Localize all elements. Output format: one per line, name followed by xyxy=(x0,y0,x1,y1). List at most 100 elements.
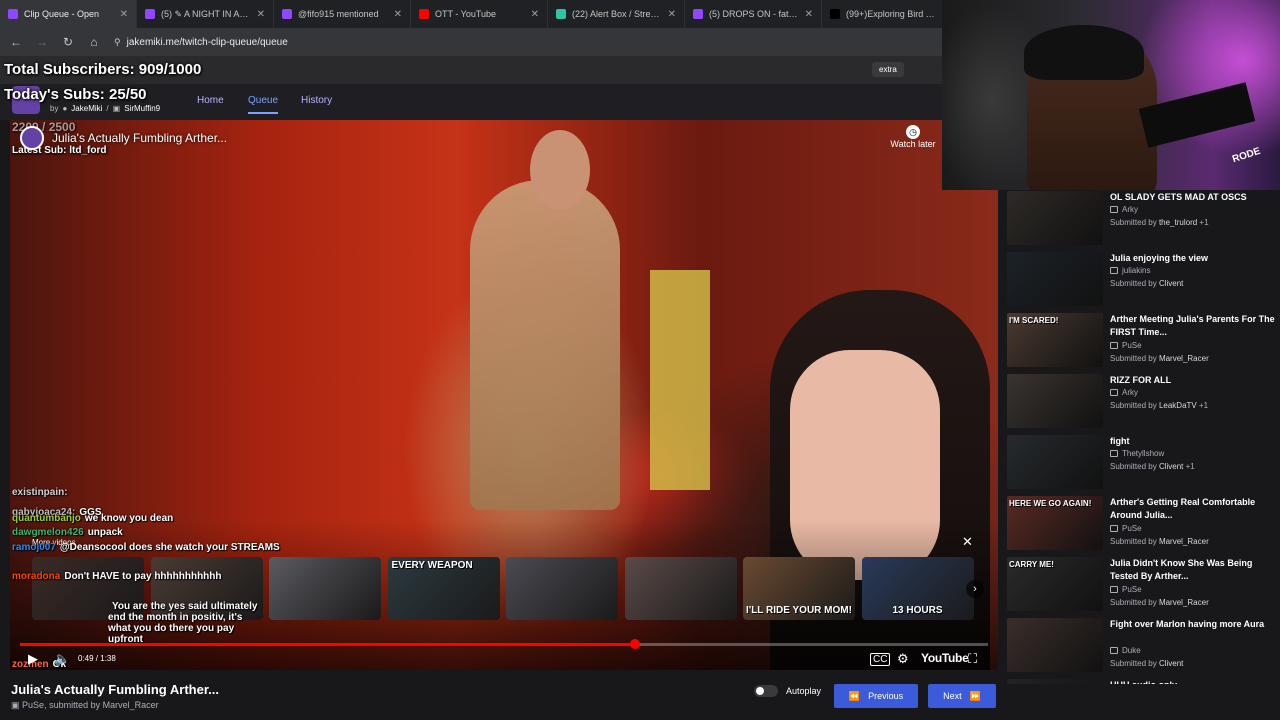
queue-item[interactable]: HUH audio only Submitted by xyxy=(1007,679,1277,684)
nav-history[interactable]: History xyxy=(301,95,332,106)
fullscreen-icon[interactable]: ⛶ xyxy=(968,651,977,667)
previous-button[interactable]: ⏪ Previous xyxy=(834,684,918,708)
close-tab-icon[interactable]: ✕ xyxy=(120,9,128,20)
site-info-icon[interactable]: ⚲ xyxy=(114,37,121,48)
channel-avatar[interactable] xyxy=(20,126,44,150)
queue-item-thumbnail: HERE WE GO AGAIN! xyxy=(1007,496,1103,550)
close-tab-icon[interactable]: ✕ xyxy=(531,9,539,20)
forward-icon[interactable]: → xyxy=(36,35,48,49)
extra-extension-button[interactable]: extra xyxy=(872,62,904,77)
reload-icon[interactable]: ↻ xyxy=(62,35,74,49)
next-label: Next xyxy=(943,691,962,701)
tab-favicon-icon xyxy=(830,9,840,19)
browser-tab[interactable]: Clip Queue - Open ✕ xyxy=(0,0,137,28)
nav-queue[interactable]: Queue xyxy=(248,95,279,114)
queue-item[interactable]: HERE WE GO AGAIN! Arther's Getting Real … xyxy=(1007,496,1277,556)
more-videos-thumbnail[interactable]: I'LL RIDE YOUR MOM! xyxy=(743,557,855,620)
browser-tab[interactable]: @fifo915 mentioned ✕ xyxy=(274,0,411,28)
queue-item[interactable]: Fight over Marlon having more Aura Duke … xyxy=(1007,618,1277,678)
rewind-icon: ⏪ xyxy=(848,690,861,701)
queue-item[interactable]: fight Thetyllshow Submitted by Clivent +… xyxy=(1007,435,1277,495)
queue-item[interactable]: CARRY ME! Julia Didn't Know She Was Bein… xyxy=(1007,557,1277,617)
back-icon[interactable]: ← xyxy=(10,35,22,49)
chat-message: ramoj007 @Deansocool does she watch your … xyxy=(12,542,280,553)
chat-message: You are the yes said ultimately end the … xyxy=(108,601,258,645)
autoplay-toggle[interactable] xyxy=(754,685,778,697)
queue-item-extra: +1 xyxy=(1198,401,1209,410)
nav-home[interactable]: Home xyxy=(197,95,224,106)
queue-item-title: Julia Didn't Know She Was Being Tested B… xyxy=(1110,558,1253,581)
close-tab-icon[interactable]: ✕ xyxy=(805,9,813,20)
more-videos-thumbnail[interactable] xyxy=(624,557,737,620)
video-figure-man xyxy=(470,180,620,510)
submitted-by-label: Submitted by xyxy=(1110,598,1157,607)
tab-favicon-icon xyxy=(145,9,155,19)
queue-item[interactable]: RIZZ FOR ALL Arky Submitted by LeakDaTV … xyxy=(1007,374,1277,434)
submitted-by-label: Submitted by xyxy=(1110,659,1157,668)
chat-username: dawgmelon426 xyxy=(12,527,84,538)
close-tab-icon[interactable]: ✕ xyxy=(668,9,676,20)
submitted-by-label: Submitted by xyxy=(1110,401,1157,410)
video-title[interactable]: Julia's Actually Fumbling Arther... xyxy=(52,131,227,145)
contributor-link[interactable]: SirMuffin9 xyxy=(124,104,160,113)
app-byline: by ● JakeMiki / ▣ SirMuffin9 xyxy=(50,104,160,113)
chat-text: unpack xyxy=(87,527,123,538)
close-tab-icon[interactable]: ✕ xyxy=(394,9,402,20)
queue-item-channel: Arky xyxy=(1122,388,1138,397)
autoplay-control[interactable]: Autoplay xyxy=(754,685,821,697)
chat-text: we know you dean xyxy=(84,513,174,524)
youtube-logo[interactable]: YouTube xyxy=(921,651,969,665)
progress-knob[interactable] xyxy=(629,639,640,649)
browser-tab[interactable]: (22) Alert Box / Streamlab ✕ xyxy=(548,0,685,28)
queue-item-thumbnail xyxy=(1007,191,1103,245)
queue-item-submitter: Clivent xyxy=(1158,279,1184,288)
queue-item-channel-row: juliakins xyxy=(1110,266,1150,275)
submitted-by-label: , submitted by xyxy=(44,700,101,710)
channel-icon xyxy=(1110,647,1118,654)
more-videos-thumbnail[interactable]: EVERY WEAPON xyxy=(387,557,500,620)
chevron-right-icon[interactable]: › xyxy=(966,580,984,598)
queue-item-submitter: Marvel_Racer xyxy=(1158,537,1209,546)
browser-tab[interactable]: (5) ✎ A NIGHT IN AMST ✕ xyxy=(137,0,274,28)
chat-text: You are the yes said ultimately end the … xyxy=(108,601,258,645)
close-tab-icon[interactable]: ✕ xyxy=(257,9,265,20)
browser-tab[interactable]: (99+)Exploring Bird Theo ✕ xyxy=(822,0,942,28)
queue-item-thumbnail xyxy=(1007,618,1103,672)
queue-item[interactable]: I'M SCARED! Arther Meeting Julia's Paren… xyxy=(1007,313,1277,373)
author-link[interactable]: JakeMiki xyxy=(71,104,102,113)
queue-item[interactable]: Julia enjoying the view juliakins Submit… xyxy=(1007,252,1277,312)
tab-favicon-icon xyxy=(282,9,292,19)
tab-favicon-icon xyxy=(556,9,566,19)
browser-tab[interactable]: OTT - YouTube ✕ xyxy=(411,0,548,28)
more-videos-thumbnail[interactable] xyxy=(506,557,618,620)
play-icon[interactable]: ▶ xyxy=(28,651,38,667)
queue-item-title: Fight over Marlon having more Aura xyxy=(1110,619,1265,629)
browser-tab[interactable]: (5) DROPS ON - fat - Twi ✕ xyxy=(685,0,822,28)
next-button[interactable]: Next ⏩ xyxy=(928,684,996,708)
captions-icon[interactable]: CC xyxy=(870,653,891,666)
thumbnail-caption: EVERY WEAPON xyxy=(391,560,473,571)
settings-gear-icon[interactable]: ⚙ xyxy=(897,651,909,667)
chat-message: existinpain: xyxy=(12,487,72,498)
fast-forward-icon: ⏩ xyxy=(969,690,981,701)
queue-item-channel: juliakins xyxy=(1122,266,1151,275)
queue-item[interactable]: OL SLADY GETS MAD AT OSCS Arky Submitted… xyxy=(1007,191,1277,251)
queue-item-submitted: Submitted by Marvel_Racer xyxy=(1110,537,1209,546)
more-videos-thumbnail[interactable]: 13 HOURS xyxy=(861,557,974,620)
queue-item-extra: +1 xyxy=(1199,218,1209,227)
chat-message: quantumbanjo we know you dean xyxy=(12,513,173,524)
volume-icon[interactable]: 🔈 xyxy=(54,651,70,667)
queue-item-channel-row: PuSe xyxy=(1110,341,1142,350)
watch-later-button[interactable]: ◷ Watch later xyxy=(884,125,942,149)
progress-bar[interactable] xyxy=(20,639,988,649)
queue-item-channel-row: Arky xyxy=(1110,205,1138,214)
tab-title: (5) DROPS ON - fat - Twi xyxy=(709,9,799,19)
close-icon[interactable]: ✕ xyxy=(962,534,973,550)
address-bar[interactable]: ⚲ jakemiki.me/twitch-clip-queue/queue xyxy=(114,37,288,48)
more-videos-thumbnail[interactable] xyxy=(269,557,381,620)
tab-favicon-icon xyxy=(419,9,429,19)
queue-item-channel-row: PuSe xyxy=(1110,524,1142,533)
queue-item-channel-row: PuSe xyxy=(1110,585,1142,594)
queue-item-channel: Arky xyxy=(1122,205,1138,214)
home-icon[interactable]: ⌂ xyxy=(88,35,100,49)
